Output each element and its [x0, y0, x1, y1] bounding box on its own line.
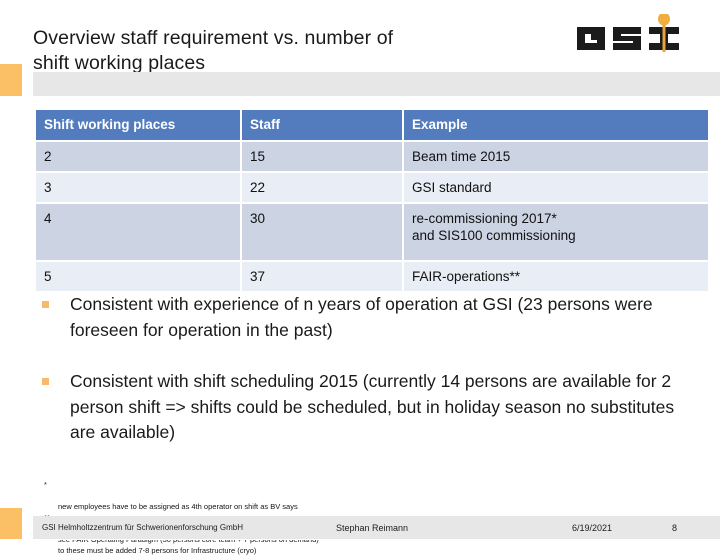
page-title: Overview staff requirement vs. number of… — [33, 27, 394, 74]
square-bullet-icon — [42, 378, 49, 385]
cell-staff: 37 — [241, 261, 404, 293]
bullet-item: Consistent with shift scheduling 2015 (c… — [36, 369, 684, 446]
square-bullet-icon — [42, 301, 49, 308]
table-row: 5 37 FAIR-operations** — [36, 261, 708, 293]
bullet-list: Consistent with experience of n years of… — [36, 292, 684, 472]
cell-example: FAIR-operations** — [403, 261, 708, 293]
table-row: 3 22 GSI standard — [36, 172, 708, 204]
cell-shift-working-places: 3 — [36, 172, 242, 204]
table-body: 2 15 Beam time 2015 3 22 GSI standard 4 … — [36, 141, 708, 293]
cell-example: Beam time 2015 — [403, 141, 708, 173]
footer-author: Stephan Reimann — [336, 523, 409, 533]
footnote-item: * new employees have to be assigned as 4… — [44, 479, 464, 512]
footnote-marker: * — [44, 480, 47, 489]
gsi-logo — [575, 12, 687, 58]
footer-accent-gap — [22, 516, 33, 540]
column-header-staff: Staff — [241, 110, 404, 142]
footer-organization: GSI Helmholtzzentrum für Schwerionenfors… — [42, 523, 243, 532]
page-title-block: Overview staff requirement vs. number of… — [33, 26, 533, 76]
table-header-row: Shift working places Staff Example — [36, 110, 708, 142]
header-accent-band — [0, 72, 720, 96]
staff-requirement-table: Shift working places Staff Example 2 15 … — [36, 110, 708, 293]
cell-shift-working-places: 4 — [36, 203, 242, 262]
header-accent-gap — [22, 72, 33, 96]
bullet-item: Consistent with experience of n years of… — [36, 292, 684, 343]
slide-header: Overview staff requirement vs. number of… — [0, 0, 720, 97]
cell-example: re-commissioning 2017* and SIS100 commis… — [403, 203, 708, 262]
footnote-text: new employees have to be assigned as 4th… — [58, 502, 298, 511]
column-header-shift-working-places: Shift working places — [36, 110, 242, 142]
cell-staff: 22 — [241, 172, 404, 204]
table-row: 2 15 Beam time 2015 — [36, 141, 708, 173]
table-header: Shift working places Staff Example — [36, 110, 708, 142]
header-accent-tab — [0, 64, 22, 96]
table-row: 4 30 re-commissioning 2017* and SIS100 c… — [36, 203, 708, 262]
column-header-example: Example — [403, 110, 708, 142]
footer-date: 6/19/2021 — [572, 523, 613, 533]
cell-staff: 15 — [241, 141, 404, 173]
footer-accent-tab — [0, 508, 22, 540]
cell-example: GSI standard — [403, 172, 708, 204]
cell-shift-working-places: 5 — [36, 261, 242, 293]
cell-shift-working-places: 2 — [36, 141, 242, 173]
cell-staff: 30 — [241, 203, 404, 262]
footer-page-number: 8 — [672, 523, 678, 533]
header-divider — [0, 96, 720, 97]
bullet-text: Consistent with shift scheduling 2015 (c… — [70, 371, 675, 442]
bullet-text: Consistent with experience of n years of… — [70, 294, 653, 340]
